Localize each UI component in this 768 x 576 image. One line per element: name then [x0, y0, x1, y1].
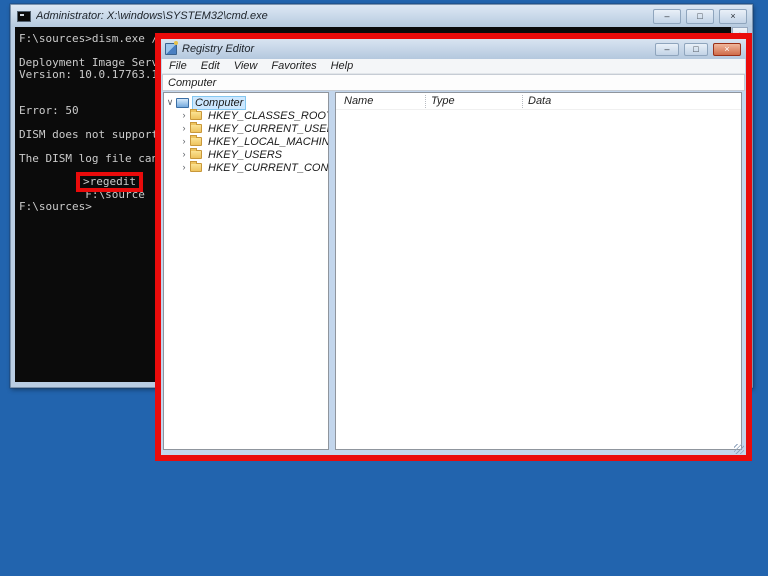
folder-icon: [190, 111, 202, 120]
chevron-right-icon[interactable]: ›: [178, 148, 190, 161]
tree-item-label: Computer: [193, 97, 245, 109]
folder-icon: [190, 163, 202, 172]
chevron-right-icon[interactable]: ›: [178, 122, 190, 135]
tree-item-hkey-local-machine[interactable]: › HKEY_LOCAL_MACHINE: [164, 135, 328, 148]
registry-values-pane[interactable]: Name Type Data: [335, 92, 742, 450]
chevron-right-icon[interactable]: ›: [178, 161, 190, 174]
regedit-main: ∨ Computer › HKEY_CLASSES_ROOT ›: [163, 92, 742, 450]
maximize-button[interactable]: □: [684, 43, 708, 56]
menu-view[interactable]: View: [227, 60, 265, 72]
desktop: Administrator: X:\windows\SYSTEM32\cmd.e…: [0, 0, 768, 576]
tree-item-label: HKEY_USERS: [206, 149, 284, 161]
cmd-titlebar[interactable]: Administrator: X:\windows\SYSTEM32\cmd.e…: [11, 5, 752, 27]
regedit-window: Registry Editor – □ × File Edit View Fav…: [161, 39, 746, 455]
regedit-window-title: Registry Editor: [182, 43, 647, 55]
menu-file[interactable]: File: [162, 60, 194, 72]
cmd-window-controls: – □ ×: [653, 9, 747, 24]
resize-grip[interactable]: [734, 444, 744, 454]
regedit-annotation-border: Registry Editor – □ × File Edit View Fav…: [155, 33, 752, 461]
column-header-data[interactable]: Data: [528, 95, 551, 107]
tree-item-computer[interactable]: ∨ Computer: [164, 96, 328, 109]
maximize-button[interactable]: □: [686, 9, 714, 24]
values-list-header: Name Type Data: [336, 93, 741, 110]
tree-item-label: HKEY_CLASSES_ROOT: [206, 110, 329, 122]
regedit-menubar: File Edit View Favorites Help: [162, 59, 745, 74]
chevron-right-icon[interactable]: ›: [178, 109, 190, 122]
tree-item-label: HKEY_LOCAL_MACHINE: [206, 136, 329, 148]
menu-favorites[interactable]: Favorites: [264, 60, 323, 72]
minimize-button[interactable]: –: [653, 9, 681, 24]
regedit-window-controls: – □ ×: [655, 43, 741, 56]
tree-item-label: HKEY_CURRENT_CONFIG: [206, 162, 329, 174]
cmd-icon: [17, 11, 31, 22]
folder-icon: [190, 150, 202, 159]
registry-tree-pane[interactable]: ∨ Computer › HKEY_CLASSES_ROOT ›: [163, 92, 329, 450]
regedit-titlebar[interactable]: Registry Editor – □ ×: [161, 39, 746, 59]
tree-item-hkey-current-config[interactable]: › HKEY_CURRENT_CONFIG: [164, 161, 328, 174]
close-button[interactable]: ×: [713, 43, 741, 56]
chevron-down-icon[interactable]: ∨: [164, 96, 176, 109]
menu-edit[interactable]: Edit: [194, 60, 227, 72]
chevron-right-icon[interactable]: ›: [178, 135, 190, 148]
column-header-type[interactable]: Type: [431, 95, 455, 107]
column-header-name[interactable]: Name: [344, 95, 373, 107]
minimize-button[interactable]: –: [655, 43, 679, 56]
folder-icon: [190, 137, 202, 146]
folder-icon: [190, 124, 202, 133]
computer-icon: [176, 98, 189, 108]
column-divider[interactable]: [425, 95, 426, 108]
cmd-window-title: Administrator: X:\windows\SYSTEM32\cmd.e…: [36, 10, 645, 22]
menu-help[interactable]: Help: [324, 60, 361, 72]
close-button[interactable]: ×: [719, 9, 747, 24]
registry-tree: ∨ Computer › HKEY_CLASSES_ROOT ›: [164, 93, 328, 174]
regedit-icon: [165, 43, 177, 55]
column-divider[interactable]: [522, 95, 523, 108]
tree-item-hkey-current-user[interactable]: › HKEY_CURRENT_USER: [164, 122, 328, 135]
tree-item-hkey-classes-root[interactable]: › HKEY_CLASSES_ROOT: [164, 109, 328, 122]
address-bar[interactable]: Computer: [162, 74, 745, 91]
tree-item-hkey-users[interactable]: › HKEY_USERS: [164, 148, 328, 161]
tree-item-label: HKEY_CURRENT_USER: [206, 123, 329, 135]
